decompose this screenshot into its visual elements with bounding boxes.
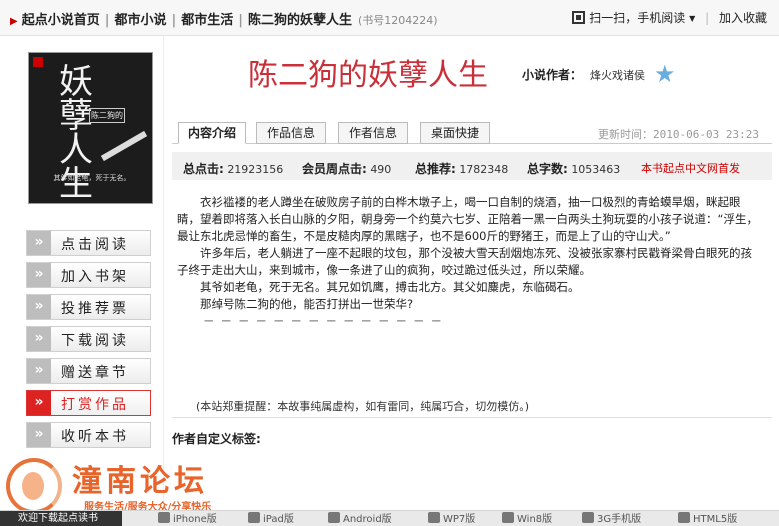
- gift-chapter-button[interactable]: » 赠送章节: [26, 358, 151, 384]
- double-chevron-right-icon: »: [27, 391, 51, 415]
- breadcrumb-separator: |: [238, 13, 243, 28]
- double-chevron-right-icon: »: [27, 263, 51, 287]
- recommend-vote-label: 投推荐票: [61, 301, 129, 317]
- clicks-value: 21923156: [227, 163, 284, 176]
- tab-desktop-shortcut[interactable]: 桌面快捷: [420, 122, 490, 144]
- book-title: 陈二狗的妖孽人生: [248, 58, 488, 93]
- breadcrumb-book[interactable]: 陈二狗的妖孽人生: [248, 13, 352, 28]
- apple-icon: [158, 512, 170, 523]
- platform-label: HTML5版: [693, 514, 738, 525]
- top-separator: |: [705, 11, 710, 25]
- platform-wp7[interactable]: WP7版: [428, 512, 475, 526]
- platform-label: Win8版: [517, 514, 553, 525]
- double-chevron-right-icon: »: [27, 327, 51, 351]
- platform-label: Android版: [343, 514, 392, 525]
- platform-label: iPhone版: [173, 514, 217, 525]
- platform-win8[interactable]: Win8版: [502, 512, 552, 526]
- breadcrumb: ▶ 起点小说首页 | 都市小说 | 都市生活 | 陈二狗的妖孽人生 (书号1204224): [10, 9, 438, 28]
- intro-paragraph: 许多年后，老人躺进了一座不起眼的坟包，那个没被大雪天刮烟炮冻死、没被张家寨村民戳…: [177, 246, 752, 277]
- tablet-icon: [248, 512, 260, 523]
- android-icon: [328, 512, 340, 523]
- read-button-label: 点击阅读: [61, 237, 129, 253]
- recommend-vote-button[interactable]: » 投推荐票: [26, 294, 151, 320]
- download-button[interactable]: » 下载阅读: [26, 326, 151, 352]
- author-name[interactable]: 烽火戏诸侯: [590, 67, 645, 83]
- words-label: 总字数:: [527, 162, 568, 176]
- tab-intro[interactable]: 内容介绍: [178, 122, 246, 144]
- double-chevron-right-icon: »: [27, 423, 51, 447]
- book-cover[interactable]: 妖孽人生 陈二狗的 其爹如老龟，死于无名。: [28, 52, 153, 204]
- intro-paragraph: 那绰号陈二狗的他，能否打拼出一世荣华?: [200, 297, 414, 311]
- intro-paragraph: 衣衫褴褛的老人蹲坐在破败房子前的白桦木墩子上，喝一口自制的烧酒，抽一口极烈的青蛤…: [177, 195, 758, 243]
- recommend-label: 总推荐:: [415, 162, 456, 176]
- book-intro: 衣衫褴褛的老人蹲坐在破败房子前的白桦木墩子上，喝一口自制的烧酒，抽一口极烈的青蛤…: [177, 194, 762, 330]
- windows-icon: [502, 512, 514, 523]
- listen-label: 收听本书: [61, 429, 129, 445]
- chevron-down-icon[interactable]: ▼: [689, 14, 695, 23]
- top-actions: 扫一扫，手机阅读 ▼ | 加入收藏: [572, 9, 767, 26]
- forum-watermark: 潼南论坛 服务生活/服务大众/分享快乐: [6, 452, 256, 516]
- forum-logo-icon: [6, 458, 62, 514]
- platform-iphone[interactable]: iPhone版: [158, 512, 217, 526]
- qr-code-icon: [572, 11, 586, 24]
- scan-mobile-link[interactable]: 扫一扫，手机阅读: [589, 11, 685, 25]
- intro-dashes: －－－－－－－－－－－－－－: [203, 314, 448, 328]
- windows-icon: [428, 512, 440, 523]
- member-clicks-value: 490: [370, 163, 392, 176]
- tab-work-info[interactable]: 作品信息: [256, 122, 326, 144]
- first-publish-note[interactable]: 本书起点中文网首发: [641, 160, 740, 176]
- download-label: 下载阅读: [61, 333, 129, 349]
- breadcrumb-separator: |: [171, 13, 177, 28]
- breadcrumb-category[interactable]: 都市小说: [114, 13, 166, 28]
- words-value: 1053463: [571, 163, 621, 176]
- add-to-shelf-label: 加入书架: [61, 269, 129, 285]
- intro-paragraph: 其爷如老龟，死于无名。其兄如饥鹰，搏击北方。其父如麋虎，东临碣石。: [200, 280, 580, 294]
- update-time: 更新时间：2010-06-03 23:23: [598, 128, 759, 141]
- cover-tagline: 其爹如老龟，死于无名。: [53, 174, 131, 182]
- forum-brand: 潼南论坛: [72, 464, 208, 499]
- platform-ipad[interactable]: iPad版: [248, 512, 294, 526]
- breadcrumb-separator: |: [104, 13, 110, 28]
- home-arrow-icon: ▶: [10, 16, 18, 27]
- recommend-value: 1782348: [459, 163, 509, 176]
- member-clicks-label: 会员周点击:: [302, 162, 367, 176]
- cover-subtitle: 陈二狗的: [89, 108, 125, 123]
- platform-label: iPad版: [263, 514, 294, 525]
- cover-brush-stroke: [100, 130, 148, 162]
- tip-author-label: 打赏作品: [61, 397, 129, 413]
- download-app-label[interactable]: 欢迎下载起点读书: [0, 511, 122, 526]
- breadcrumb-home[interactable]: 起点小说首页: [22, 13, 100, 28]
- platform-3g[interactable]: 3G手机版: [582, 512, 641, 526]
- custom-tags-label: 作者自定义标签:: [172, 432, 261, 446]
- read-button[interactable]: » 点击阅读: [26, 230, 151, 256]
- disclaimer-notice: (本站郑重提醒：本故事纯属虚构，如有雷同，纯属巧合，切勿模仿。): [196, 400, 530, 413]
- double-chevron-right-icon: »: [27, 295, 51, 319]
- download-footer: 欢迎下载起点读书 iPhone版 iPad版 Android版 WP7版 Win…: [0, 510, 779, 526]
- platform-label: 3G手机版: [597, 514, 642, 525]
- publisher-logo-icon: [33, 57, 43, 67]
- section-divider: [172, 417, 772, 418]
- book-detail: 陈二狗的妖孽人生 小说作者： 烽火戏诸侯 ★ 内容介绍 作品信息 作者信息 桌面…: [172, 36, 772, 526]
- star-icon[interactable]: ★: [654, 60, 676, 88]
- platform-android[interactable]: Android版: [328, 512, 392, 526]
- tab-author-info[interactable]: 作者信息: [338, 122, 408, 144]
- add-bookmark-link[interactable]: 加入收藏: [719, 11, 767, 25]
- author-label: 小说作者：: [522, 68, 583, 82]
- clicks-label: 总点击:: [183, 162, 224, 176]
- top-bar: ▶ 起点小说首页 | 都市小说 | 都市生活 | 陈二狗的妖孽人生 (书号1204224) 扫一…: [0, 0, 779, 36]
- listen-button[interactable]: » 收听本书: [26, 422, 151, 448]
- gift-chapter-label: 赠送章节: [61, 365, 129, 381]
- platform-html5[interactable]: HTML5版: [678, 512, 737, 526]
- tip-author-button[interactable]: » 打赏作品: [26, 390, 151, 416]
- phone-icon: [582, 512, 594, 523]
- add-to-shelf-button[interactable]: » 加入书架: [26, 262, 151, 288]
- platform-label: WP7版: [443, 514, 476, 525]
- double-chevron-right-icon: »: [27, 359, 51, 383]
- html5-icon: [678, 512, 690, 523]
- double-chevron-right-icon: »: [27, 231, 51, 255]
- breadcrumb-subcategory[interactable]: 都市生活: [181, 13, 233, 28]
- book-number: (书号1204224): [358, 14, 438, 27]
- stats-bar: 总点击: 21923156 会员周点击: 490 总推荐: 1782348 总字…: [172, 152, 772, 180]
